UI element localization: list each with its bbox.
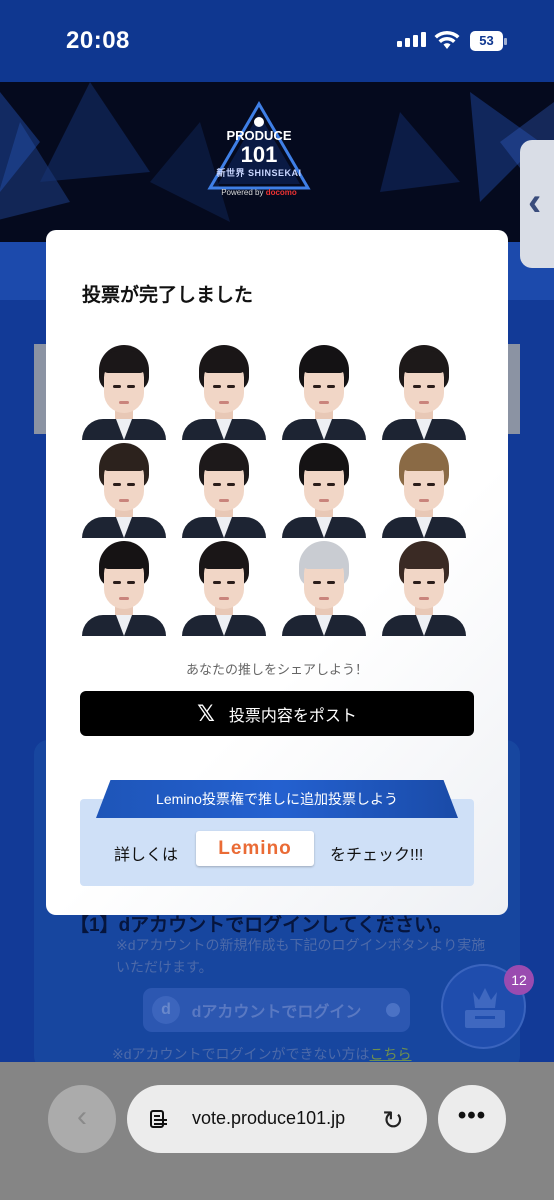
vote-basket-button[interactable]: 12 [441, 964, 534, 1049]
trainee-photo [80, 443, 166, 538]
battery-icon: 53 [470, 31, 507, 51]
chevron-left-icon: ‹ [528, 180, 542, 224]
trainee-photo [180, 443, 266, 538]
x-logo-icon: 𝕏 [197, 700, 215, 726]
logo-subtitle: 新世界 SHINSEKAI [216, 168, 302, 178]
trainee-photo [80, 541, 166, 636]
chevron-left-icon: ‹ [77, 1100, 87, 1133]
lemino-check-row: 詳しくは Lemino をチェック!!! [80, 830, 474, 870]
lemino-pre-text: 詳しくは [114, 847, 179, 864]
trainee-photo [180, 345, 266, 440]
logo-number: 101 [240, 142, 278, 167]
lemino-post-text: をチェック!!! [330, 847, 424, 864]
url-text: vote.produce101.jp [192, 1108, 346, 1128]
address-bar[interactable]: vote.produce101.jp ↻ [127, 1085, 427, 1153]
login-note: ※dアカウントの新規作成も下記のログインボタンより実施いただけます。 [116, 937, 486, 975]
vote-count-badge: 12 [504, 965, 534, 995]
logo-top-text: PRODUCE [226, 128, 292, 143]
reload-icon[interactable]: ↻ [382, 1105, 404, 1136]
trainee-photo [280, 443, 366, 538]
produce101-logo: PRODUCE 101 新世界 SHINSEKAI Powered by doc… [200, 92, 340, 227]
sponsor-line: Powered by docomo [221, 188, 297, 197]
browser-back-button[interactable]: ‹ [48, 1085, 116, 1153]
vote-complete-modal: 投票が完了しました あなたの推しをシェアしよう！ 𝕏 投票内容をポスト Lemi… [46, 230, 508, 915]
lemino-logo-button[interactable]: Lemino [196, 831, 314, 866]
status-bar: 20:08 53 [0, 0, 554, 82]
arrow-right-icon [386, 1003, 400, 1017]
trainee-photo [80, 345, 166, 440]
page-menu-icon [150, 1110, 167, 1128]
side-drawer-tab[interactable]: ‹ [520, 140, 554, 268]
battery-level: 53 [470, 31, 503, 51]
login-help-text: ※dアカウントでログインができない方はこちら [112, 1046, 412, 1062]
trainee-photo [280, 345, 366, 440]
more-options-button[interactable]: ••• [438, 1085, 506, 1153]
modal-title: 投票が完了しました [82, 285, 254, 306]
trainee-photo [380, 541, 466, 636]
post-button-label: 投票内容をポスト [228, 707, 357, 725]
d-account-login-button[interactable]: d dアカウントでログイン [143, 988, 410, 1032]
login-button-label: dアカウントでログイン [191, 1004, 362, 1021]
trainee-photo [380, 345, 466, 440]
lemino-banner: Lemino投票権で推しに追加投票しよう [96, 780, 458, 818]
d-account-icon: d [152, 996, 180, 1024]
trainee-photo [280, 541, 366, 636]
trainee-photo [180, 541, 266, 636]
trainee-photo [380, 443, 466, 538]
post-to-x-button[interactable]: 𝕏 投票内容をポスト [80, 691, 474, 736]
wifi-icon [434, 30, 460, 49]
hero-banner: PRODUCE 101 新世界 SHINSEKAI Powered by doc… [0, 82, 554, 242]
cellular-signal-icon [397, 32, 426, 47]
share-prompt: あなたの推しをシェアしよう！ [185, 662, 368, 677]
ellipsis-icon: ••• [457, 1102, 487, 1129]
login-help-link[interactable]: こちら [370, 1046, 412, 1062]
status-time: 20:08 [66, 27, 130, 54]
